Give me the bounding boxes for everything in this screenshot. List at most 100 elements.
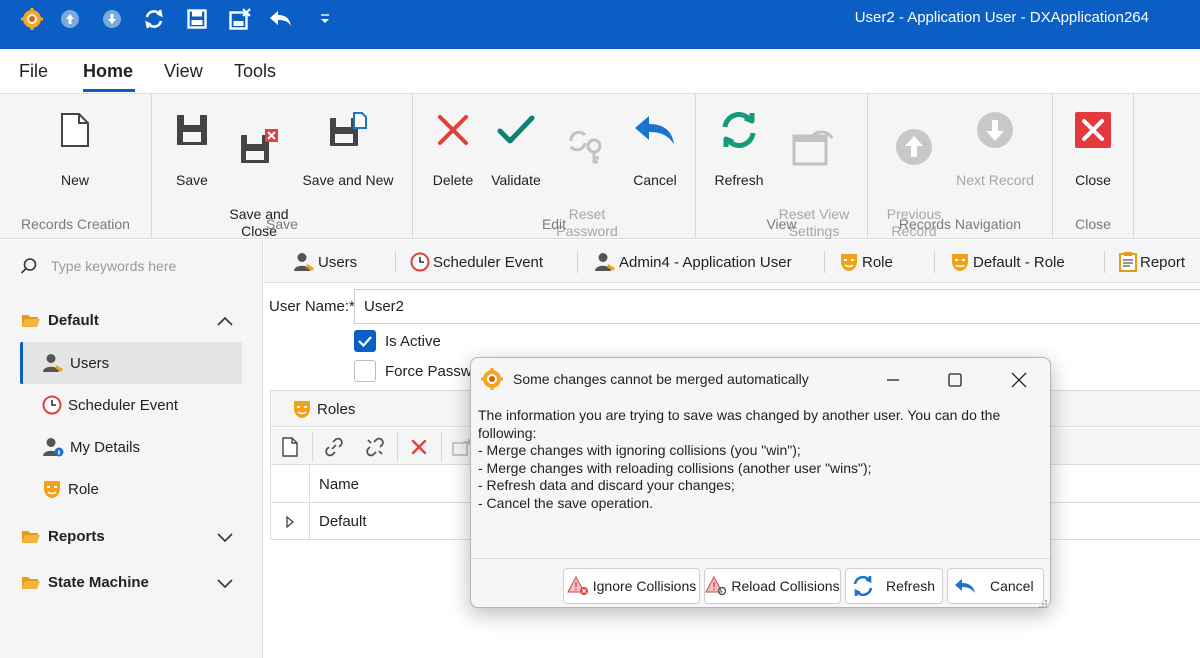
folder-icon	[22, 576, 40, 589]
unlink-icon[interactable]	[364, 436, 386, 458]
resize-grip-icon[interactable]	[1038, 596, 1048, 613]
save-and-new-icon	[300, 108, 396, 152]
history-item-users-label: Users	[318, 253, 358, 271]
new-document-icon[interactable]	[279, 436, 301, 458]
history-item-users[interactable]: Users	[293, 252, 357, 272]
users-icon	[43, 354, 63, 372]
save-and-close-button[interactable]: Save and Close	[224, 108, 294, 257]
ignore-collisions-button[interactable]: Ignore Collisions	[563, 568, 700, 604]
history-item-scheduler-event[interactable]: Scheduler Event	[410, 252, 543, 272]
next-record-button[interactable]: Next Record	[954, 108, 1036, 189]
history-item-admin4[interactable]: Admin4 - Application User	[594, 252, 792, 272]
cancel-label: Cancel	[990, 578, 1034, 594]
cancel-label: Cancel	[633, 172, 677, 188]
tab-view[interactable]: View	[164, 61, 203, 82]
validate-label: Validate	[491, 172, 541, 188]
link-icon[interactable]	[323, 436, 345, 458]
save-and-close-icon[interactable]	[228, 7, 252, 31]
reset-password-button[interactable]: Reset Password	[552, 108, 622, 257]
users-icon	[294, 253, 314, 271]
sidebar-item-scheduler-event[interactable]: Scheduler Event	[20, 384, 242, 426]
delete-x-icon[interactable]	[408, 436, 430, 458]
reload-collisions-button[interactable]: Reload Collisions	[704, 568, 841, 604]
save-and-new-label: Save and New	[302, 172, 394, 188]
nav-group-default[interactable]: Default	[22, 312, 99, 329]
reset-view-settings-icon	[774, 125, 854, 169]
ribbon: New Records Creation Save Save and Close…	[0, 93, 1200, 239]
role-mask-icon	[44, 481, 60, 498]
minimize-icon[interactable]	[883, 370, 903, 390]
sidebar-item-my-details[interactable]: My Details	[20, 426, 242, 468]
nav-group-state-machine[interactable]: State Machine	[22, 574, 149, 591]
close-label: Close	[1075, 172, 1111, 188]
chevron-down-icon[interactable]	[216, 531, 234, 548]
force-password-change-checkbox[interactable]	[354, 360, 376, 382]
maximize-icon[interactable]	[945, 370, 965, 390]
window-title: User2 - Application User - DXApplication…	[854, 9, 1149, 26]
reset-password-key-icon	[552, 125, 622, 169]
chevron-up-icon[interactable]	[216, 314, 234, 331]
customize-dropdown-icon[interactable]	[313, 7, 337, 31]
chevron-down-icon[interactable]	[216, 577, 234, 594]
tab-home[interactable]: Home	[83, 61, 133, 82]
save-button[interactable]: Save	[167, 108, 217, 189]
username-field[interactable]: User2	[354, 289, 1200, 324]
navigate-up-icon[interactable]	[58, 7, 82, 31]
refresh-icon	[708, 108, 770, 152]
undo-icon[interactable]	[269, 7, 293, 31]
sidebar-item-role-label: Role	[68, 480, 99, 498]
app-gear-icon[interactable]	[20, 7, 44, 31]
history-item-default-role[interactable]: Default - Role	[950, 252, 1065, 272]
delete-button[interactable]: Delete	[427, 108, 479, 189]
close-x-icon	[1068, 108, 1118, 152]
tab-file[interactable]: File	[19, 61, 48, 82]
refresh-button[interactable]: Refresh	[845, 568, 943, 604]
next-record-icon	[954, 108, 1036, 152]
save-and-new-button[interactable]: Save and New	[300, 108, 396, 189]
roles-title: Roles	[317, 401, 356, 418]
history-item-role-label: Role	[862, 253, 893, 271]
title-bar: User2 - Application User - DXApplication…	[0, 0, 1200, 49]
column-header-name[interactable]: Name	[319, 476, 359, 493]
delete-x-icon	[427, 108, 479, 152]
history-item-role[interactable]: Role	[839, 252, 893, 272]
cancel-button[interactable]: Cancel	[947, 568, 1044, 604]
app-gear-icon	[481, 368, 503, 394]
new-button[interactable]: New	[40, 108, 110, 189]
search-input[interactable]: Type keywords here	[51, 258, 176, 274]
previous-record-button[interactable]: Previous Record	[880, 108, 948, 257]
cancel-undo-icon	[626, 108, 684, 152]
group-view: View	[766, 216, 797, 232]
refresh-label: Refresh	[714, 172, 764, 188]
refresh-icon[interactable]	[142, 7, 166, 31]
save-icon[interactable]	[185, 7, 209, 31]
close-icon[interactable]	[1009, 370, 1029, 390]
history-item-report[interactable]: Report	[1119, 252, 1185, 272]
previous-record-icon	[880, 125, 948, 169]
dialog-message: The information you are trying to save w…	[478, 407, 1001, 511]
sidebar-item-my-details-label: My Details	[70, 438, 141, 456]
tab-tools[interactable]: Tools	[234, 61, 276, 82]
checkmark-icon	[358, 336, 372, 348]
expand-row-icon[interactable]	[285, 515, 295, 533]
refresh-button[interactable]: Refresh	[708, 108, 770, 189]
sidebar-item-users[interactable]: Users	[20, 342, 242, 384]
warning-reload-icon	[705, 576, 727, 596]
role-mask-icon	[952, 254, 968, 271]
ribbon-tabs: File Home View Tools	[0, 49, 1200, 93]
close-button[interactable]: Close	[1068, 108, 1118, 189]
cancel-button[interactable]: Cancel	[626, 108, 684, 189]
ribbon-separator	[1133, 94, 1134, 239]
navigate-down-icon[interactable]	[100, 7, 124, 31]
nav-group-reports[interactable]: Reports	[22, 528, 105, 545]
validate-button[interactable]: Validate	[487, 108, 545, 189]
dialog-button-bar: Ignore Collisions Reload Collisions Refr…	[471, 558, 1050, 608]
role-mask-icon	[841, 254, 857, 271]
sidebar-item-users-label: Users	[70, 354, 110, 372]
reset-view-settings-button[interactable]: Reset View Settings	[774, 108, 854, 257]
is-active-checkbox[interactable]	[354, 330, 376, 352]
sidebar-item-role[interactable]: Role	[20, 468, 242, 510]
search-icon	[20, 257, 38, 279]
role-mask-icon	[292, 399, 312, 423]
folder-icon	[22, 530, 40, 543]
